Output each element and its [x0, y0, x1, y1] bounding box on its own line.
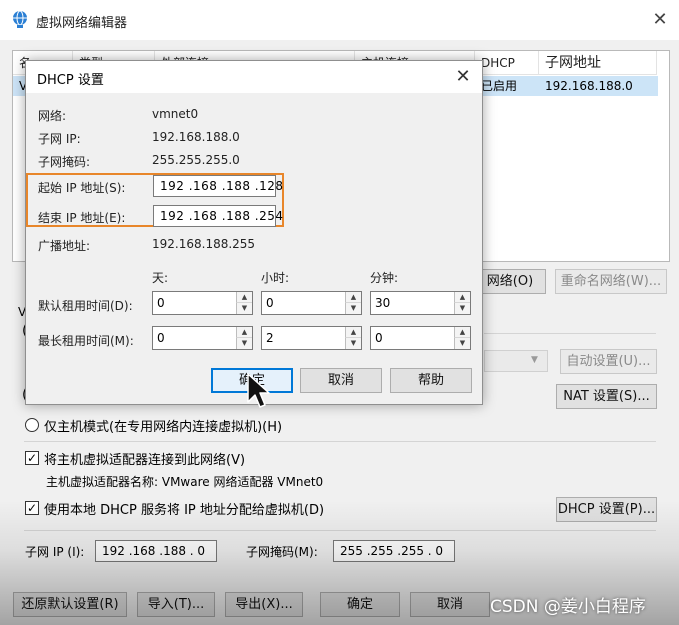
broadcast-label: 广播地址: — [38, 239, 91, 253]
spin-up-icon[interactable]: ▲ — [236, 327, 252, 338]
spin-down-icon[interactable]: ▼ — [454, 338, 470, 349]
default-lease-days-spinner[interactable]: 0 ▲ ▼ — [152, 291, 253, 315]
spin-up-icon[interactable]: ▲ — [454, 292, 470, 303]
start-ip-label: 起始 IP 地址(S): — [38, 181, 126, 195]
chevron-down-icon: ▼ — [531, 355, 538, 365]
max-lease-hours-spinner[interactable]: 2 ▲ ▼ — [261, 326, 362, 350]
main-cancel-button[interactable]: 取消 — [410, 592, 490, 617]
watermark-text: CSDN @姜小白程序 — [490, 597, 646, 617]
section-divider — [24, 530, 656, 531]
subnet-mask-field[interactable]: 255 .255 .255 . 0 — [333, 540, 455, 562]
broadcast-value: 192.168.188.255 — [152, 237, 256, 251]
default-lease-hours-spinner[interactable]: 0 ▲ ▼ — [261, 291, 362, 315]
spin-down-icon[interactable]: ▼ — [236, 303, 252, 314]
subnet-mask-value: 255.255.255.0 — [152, 153, 240, 167]
default-lease-label: 默认租用时间(D): — [38, 299, 133, 313]
host-only-label: 仅主机模式(在专用网络内连接虚拟机)(H) — [44, 420, 283, 435]
network-globe-icon — [13, 10, 27, 28]
spinner-value: 30 — [375, 296, 391, 310]
spin-up-icon[interactable]: ▲ — [236, 292, 252, 303]
end-ip-field[interactable]: 192 .168 .188 .254 — [153, 205, 283, 227]
default-lease-minutes-spinner[interactable]: 30 ▲ ▼ — [370, 291, 471, 315]
dialog-titlebar: DHCP 设置 ✕ — [26, 61, 482, 93]
subnet-ip-value: 192.168.188.0 — [152, 130, 240, 144]
subnet-ip-label: 子网 IP: — [38, 132, 81, 146]
max-lease-days-spinner[interactable]: 0 ▲ ▼ — [152, 326, 253, 350]
column-header-subnet[interactable]: 子网地址 — [539, 51, 657, 75]
connect-adapter-label: 将主机虚拟适配器连接到此网络(V) — [44, 453, 246, 468]
spin-up-icon[interactable]: ▲ — [454, 327, 470, 338]
subnet-ip-label: 子网 IP (I): — [25, 545, 85, 559]
close-icon[interactable]: ✕ — [451, 65, 475, 89]
subnet-mask-label: 子网掩码: — [38, 155, 91, 169]
spin-down-icon[interactable]: ▼ — [345, 303, 361, 314]
import-button[interactable]: 导入(T)... — [137, 592, 215, 617]
subnet-ip-field[interactable]: 192 .168 .188 . 0 — [95, 540, 217, 562]
dhcp-settings-button[interactable]: DHCP 设置(P)... — [556, 497, 657, 522]
section-divider — [24, 441, 656, 442]
auto-settings-button[interactable]: 自动设置(U)... — [560, 349, 657, 374]
dialog-title: DHCP 设置 — [37, 73, 104, 88]
use-dhcp-checkbox[interactable]: ✓ — [25, 501, 39, 515]
column-header-dhcp[interactable]: DHCP — [475, 51, 539, 75]
spin-up-icon[interactable]: ▲ — [345, 292, 361, 303]
main-ok-button[interactable]: 确定 — [320, 592, 400, 617]
minutes-column-label: 分钟: — [370, 271, 399, 285]
connect-adapter-checkbox[interactable]: ✓ — [25, 451, 39, 465]
network-label: 网络: — [38, 109, 67, 123]
max-lease-minutes-spinner[interactable]: 0 ▲ ▼ — [370, 326, 471, 350]
spinner-value: 0 — [266, 296, 274, 310]
window-title: 虚拟网络编辑器 — [36, 16, 128, 31]
hours-column-label: 小时: — [261, 271, 290, 285]
restore-defaults-button[interactable]: 还原默认设置(R) — [13, 592, 127, 617]
group-divider — [484, 333, 656, 334]
spin-down-icon[interactable]: ▼ — [345, 338, 361, 349]
network-value: vmnet0 — [152, 107, 199, 121]
spin-up-icon[interactable]: ▲ — [345, 327, 361, 338]
add-network-button[interactable]: 网络(O) — [474, 269, 546, 294]
main-titlebar: 虚拟网络编辑器 ✕ — [0, 0, 679, 40]
nat-settings-button[interactable]: NAT 设置(S)... — [556, 384, 657, 409]
days-column-label: 天: — [152, 271, 169, 285]
bridge-target-select[interactable]: ▼ — [484, 350, 548, 372]
spin-down-icon[interactable]: ▼ — [236, 338, 252, 349]
spinner-value: 0 — [157, 331, 165, 345]
host-only-radio[interactable] — [25, 418, 39, 432]
use-dhcp-label: 使用本地 DHCP 服务将 IP 地址分配给虚拟机(D) — [44, 503, 325, 518]
start-ip-field[interactable]: 192 .168 .188 .128 — [153, 175, 283, 197]
adapter-name-text: 主机虚拟适配器名称: VMware 网络适配器 VMnet0 — [46, 475, 324, 489]
dhcp-settings-dialog: DHCP 设置 ✕ 网络: vmnet0 子网 IP: 192.168.188.… — [25, 60, 483, 405]
close-icon[interactable]: ✕ — [650, 10, 670, 30]
rename-network-button[interactable]: 重命名网络(W)... — [555, 269, 667, 294]
dialog-help-button[interactable]: 帮助 — [390, 368, 472, 393]
spinner-value: 2 — [266, 331, 274, 345]
max-lease-label: 最长租用时间(M): — [38, 334, 134, 348]
export-button[interactable]: 导出(X)... — [225, 592, 303, 617]
dialog-cancel-button[interactable]: 取消 — [300, 368, 382, 393]
spinner-value: 0 — [157, 296, 165, 310]
subnet-mask-label: 子网掩码(M): — [246, 545, 318, 559]
row-subnet-cell: 192.168.188.0 — [545, 79, 633, 93]
mouse-pointer-icon — [247, 373, 270, 408]
end-ip-label: 结束 IP 地址(E): — [38, 211, 126, 225]
row-dhcp-cell: 已启用 — [481, 79, 518, 93]
spinner-value: 0 — [375, 331, 383, 345]
spin-down-icon[interactable]: ▼ — [454, 303, 470, 314]
